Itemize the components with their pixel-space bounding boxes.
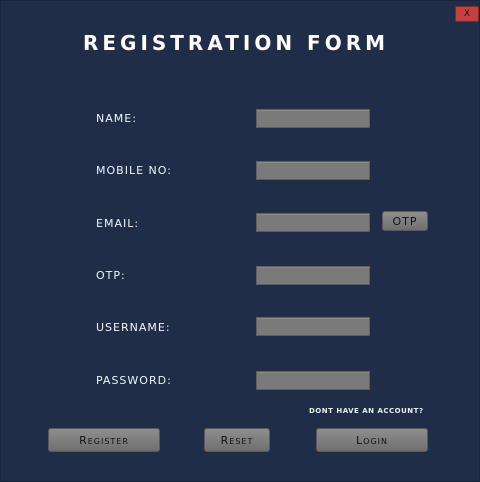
username-field[interactable] [256, 317, 370, 336]
name-field[interactable] [256, 109, 370, 128]
otp-field[interactable] [256, 266, 370, 285]
username-label: USERNAME: [96, 321, 171, 334]
form-title: REGISTRATION FORM [82, 31, 390, 55]
password-label: PASSWORD: [96, 374, 172, 387]
register-button[interactable]: Register [48, 428, 160, 452]
email-label: EMAIL: [96, 217, 140, 230]
otp-button[interactable]: OTP [382, 211, 428, 231]
close-button[interactable]: X [455, 6, 479, 22]
registration-window: X REGISTRATION FORM NAME: MOBILE NO: EMA… [0, 0, 480, 482]
email-field[interactable] [256, 213, 370, 232]
mobile-field[interactable] [256, 161, 370, 180]
name-label: NAME: [96, 112, 137, 125]
mobile-label: MOBILE NO: [96, 164, 172, 177]
no-account-link[interactable]: DONT HAVE AN ACCOUNT? [309, 407, 424, 415]
reset-button[interactable]: Reset [204, 428, 270, 452]
login-button[interactable]: Login [316, 428, 428, 452]
otp-label: OTP: [96, 269, 126, 282]
password-field[interactable] [256, 371, 370, 390]
